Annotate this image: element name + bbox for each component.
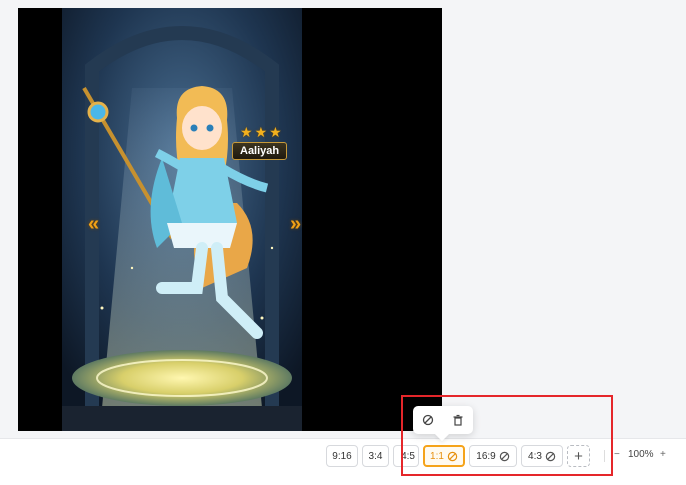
unlink-icon — [545, 451, 556, 461]
ratio-label: 16:9 — [476, 450, 496, 462]
canvas-area: ★ ★ ★ Aaliyah « » — [0, 0, 686, 438]
zoom-out-button[interactable]: − — [614, 449, 620, 460]
ratio-button-16-9[interactable]: 16:9 — [469, 445, 517, 467]
unlink-icon — [447, 451, 458, 461]
star-icon: ★ — [254, 124, 268, 140]
ratio-label: 9:16 — [332, 450, 352, 462]
star-icon: ★ — [269, 124, 282, 140]
ratio-label: 4:3 — [528, 450, 542, 462]
character-name: Aaliyah — [232, 142, 288, 160]
ratio-button-1-1[interactable]: 1:1 — [423, 445, 465, 467]
toolbar-divider — [604, 450, 605, 462]
image-preview[interactable]: ★ ★ ★ Aaliyah « » — [18, 8, 442, 431]
unlink-button[interactable] — [417, 409, 439, 431]
add-ratio-button[interactable]: + — [567, 445, 590, 467]
delete-button[interactable] — [447, 409, 469, 431]
star-icon: ★ — [240, 124, 253, 140]
ratio-button-3-4[interactable]: 3:4 — [362, 445, 389, 467]
unlink-icon — [499, 451, 509, 461]
plus-icon: + — [574, 447, 583, 465]
chevron-left-icon: « — [88, 213, 100, 235]
unlink-icon — [422, 414, 434, 426]
ratio-popover — [413, 406, 473, 434]
zoom-level: 100% — [628, 449, 654, 460]
zoom-in-button[interactable]: + — [660, 449, 666, 460]
trash-icon — [453, 414, 463, 426]
rarity-stars: ★ ★ ★ — [240, 125, 282, 139]
chevron-right-icon: » — [290, 213, 302, 235]
ratio-label: 1:1 — [430, 450, 444, 462]
ratio-label: 4:5 — [401, 450, 415, 462]
ratio-button-9-16[interactable]: 9:16 — [326, 445, 358, 467]
ratio-button-4-5[interactable]: 4:5 — [393, 445, 419, 467]
ratio-button-4-3[interactable]: 4:3 — [521, 445, 563, 467]
ratio-label: 3:4 — [368, 450, 383, 462]
